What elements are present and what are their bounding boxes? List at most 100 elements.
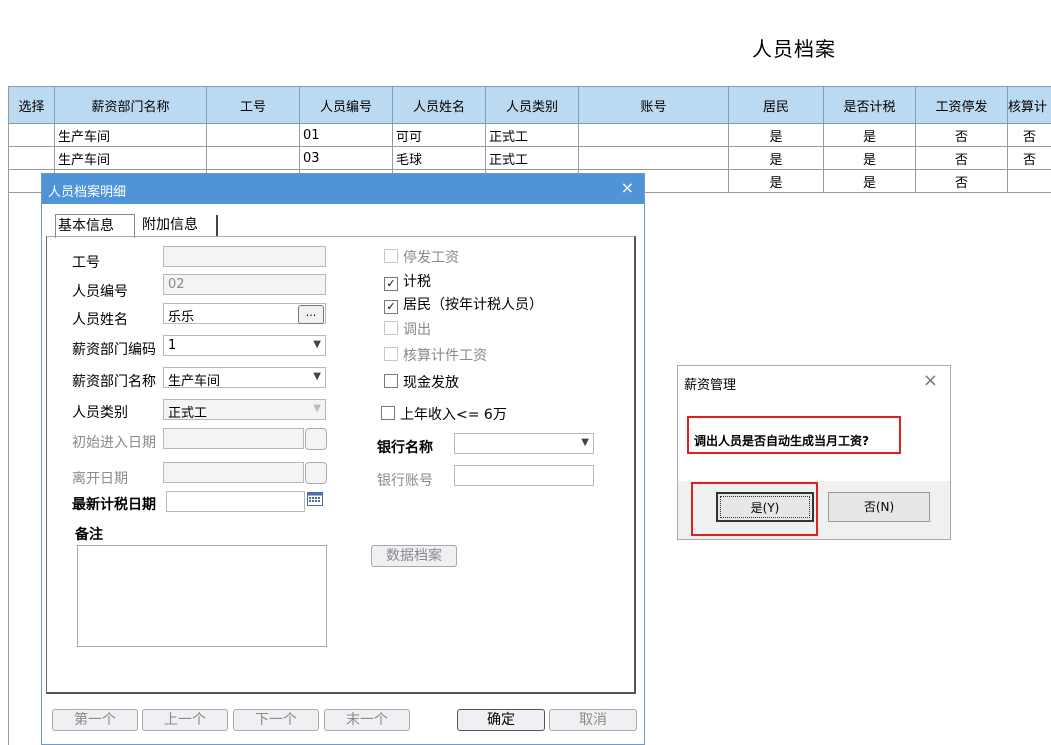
no-button[interactable]: 否(N) [828, 492, 930, 522]
cell[interactable]: 是 [728, 146, 824, 170]
close-icon[interactable]: × [923, 370, 938, 391]
tax-date-field[interactable] [166, 491, 305, 512]
dept-code-label: 薪资部门编码 [72, 342, 156, 358]
table-row[interactable]: 生产车间 03 毛球 正式工 是 是 否 否 [8, 146, 1051, 170]
cell[interactable]: 否 [915, 169, 1008, 193]
cell[interactable] [8, 146, 55, 170]
col-header-dept-name[interactable]: 薪资部门名称 [54, 86, 207, 124]
cell[interactable]: 生产车间 [54, 146, 207, 170]
cell[interactable]: 毛球 [392, 146, 486, 170]
checkbox-label: 上年收入<= 6万 [400, 407, 507, 423]
dialog-title-bar[interactable]: 人员档案明细 × [42, 174, 644, 204]
check-icon: ✓ [384, 300, 398, 314]
dialog-title: 人员档案明细 [48, 185, 127, 200]
table-row[interactable]: 生产车间 01 可可 正式工 是 是 否 否 [8, 123, 1051, 147]
chevron-down-icon: ▼ [313, 371, 321, 382]
col-header-person-type[interactable]: 人员类别 [485, 86, 579, 124]
remark-label: 备注 [75, 527, 103, 543]
cell[interactable]: 03 [299, 146, 393, 170]
bank-account-field[interactable] [454, 465, 594, 486]
cell[interactable] [8, 123, 55, 147]
calendar-icon[interactable] [307, 492, 323, 506]
cell[interactable] [578, 123, 729, 147]
person-detail-dialog: 人员档案明细 × 基本信息 附加信息 工号 人员编号 02 人员姓名 乐乐 ..… [41, 173, 645, 745]
cell[interactable]: 可可 [392, 123, 486, 147]
piecework-checkbox[interactable]: 核算计件工资 [384, 345, 487, 365]
chevron-down-icon: ▼ [581, 437, 589, 448]
cell[interactable] [578, 146, 729, 170]
cell[interactable]: 否 [1007, 146, 1051, 170]
col-header-taxable[interactable]: 是否计税 [823, 86, 916, 124]
dept-name-select[interactable]: 生产车间 ▼ [163, 367, 326, 389]
next-button[interactable]: 下一个 [233, 709, 319, 731]
checkbox-box [381, 406, 395, 420]
person-name-field[interactable]: 乐乐 ... [163, 303, 326, 325]
data-archive-button[interactable]: 数据档案 [371, 545, 457, 567]
col-header-work-no[interactable]: 工号 [206, 86, 300, 124]
tax-date-label: 最新计税日期 [72, 497, 156, 513]
cell[interactable]: 是 [823, 146, 916, 170]
person-no-field[interactable]: 02 [163, 274, 326, 295]
cell[interactable]: 01 [299, 123, 393, 147]
first-button[interactable]: 第一个 [52, 709, 138, 731]
check-icon: ✓ [384, 277, 398, 291]
cell[interactable]: 否 [1007, 123, 1051, 147]
income-limit-checkbox[interactable]: 上年收入<= 6万 [381, 404, 507, 424]
taxable-checkbox[interactable]: ✓ 计税 [384, 271, 431, 291]
cash-payment-checkbox[interactable]: 现金发放 [384, 372, 459, 392]
cell[interactable]: 否 [915, 123, 1008, 147]
salary-message-box: 薪资管理 × 调出人员是否自动生成当月工资? 是(Y) 否(N) [677, 365, 951, 540]
work-no-field[interactable] [163, 246, 326, 267]
cell[interactable] [206, 123, 300, 147]
cell[interactable]: 是 [728, 169, 824, 193]
start-date-field[interactable] [163, 428, 304, 449]
checkbox-label: 停发工资 [403, 250, 459, 266]
leave-date-picker-button[interactable] [305, 462, 327, 484]
col-header-resident[interactable]: 居民 [728, 86, 824, 124]
tab-basic-info[interactable]: 基本信息 [55, 214, 135, 238]
tab-extra-info[interactable]: 附加信息 [142, 214, 220, 238]
cell[interactable]: 否 [915, 146, 1008, 170]
prev-button[interactable]: 上一个 [142, 709, 228, 731]
col-header-select[interactable]: 选择 [8, 86, 55, 124]
dept-name-value: 生产车间 [168, 374, 221, 389]
cell[interactable]: 是 [728, 123, 824, 147]
col-header-piecework[interactable]: 核算计 [1007, 86, 1051, 124]
leave-date-label: 离开日期 [72, 471, 128, 487]
bank-name-select[interactable]: ▼ [454, 433, 594, 454]
remark-textarea[interactable] [77, 545, 327, 647]
checkbox-label: 居民（按年计税人员） [403, 297, 543, 313]
dept-name-label: 薪资部门名称 [72, 374, 156, 390]
col-header-pay-stopped[interactable]: 工资停发 [915, 86, 1008, 124]
page-title: 人员档案 [752, 37, 836, 61]
cell[interactable]: 是 [823, 123, 916, 147]
browse-button[interactable]: ... [298, 305, 324, 324]
col-header-person-no[interactable]: 人员编号 [299, 86, 393, 124]
checkbox-box [384, 249, 398, 263]
ok-button[interactable]: 确定 [457, 709, 545, 731]
close-icon[interactable]: × [621, 178, 634, 197]
resident-checkbox[interactable]: ✓ 居民（按年计税人员） [384, 294, 543, 314]
dept-code-select[interactable]: 1 ▼ [163, 335, 326, 356]
message-title: 薪资管理 [684, 378, 737, 393]
cell[interactable] [206, 146, 300, 170]
grid-header-row: 选择 薪资部门名称 工号 人员编号 人员姓名 人员类别 账号 居民 是否计税 工… [8, 86, 1051, 124]
cancel-button[interactable]: 取消 [549, 709, 637, 731]
start-date-picker-button[interactable] [305, 428, 327, 450]
person-type-select[interactable]: 正式工 ▼ [163, 399, 326, 421]
cell[interactable] [1007, 169, 1051, 193]
cell[interactable]: 正式工 [485, 146, 579, 170]
last-button[interactable]: 末一个 [324, 709, 410, 731]
person-no-label: 人员编号 [72, 284, 128, 300]
stop-pay-checkbox[interactable]: 停发工资 [384, 247, 459, 267]
checkbox-label: 调出 [403, 322, 431, 338]
start-date-label: 初始进入日期 [72, 435, 156, 451]
cell[interactable]: 是 [823, 169, 916, 193]
cell[interactable]: 正式工 [485, 123, 579, 147]
message-text: 调出人员是否自动生成当月工资? [694, 434, 869, 448]
col-header-person-name[interactable]: 人员姓名 [392, 86, 486, 124]
leave-date-field[interactable] [163, 462, 304, 483]
transfer-out-checkbox[interactable]: 调出 [384, 319, 431, 339]
col-header-account[interactable]: 账号 [578, 86, 729, 124]
cell[interactable]: 生产车间 [54, 123, 207, 147]
